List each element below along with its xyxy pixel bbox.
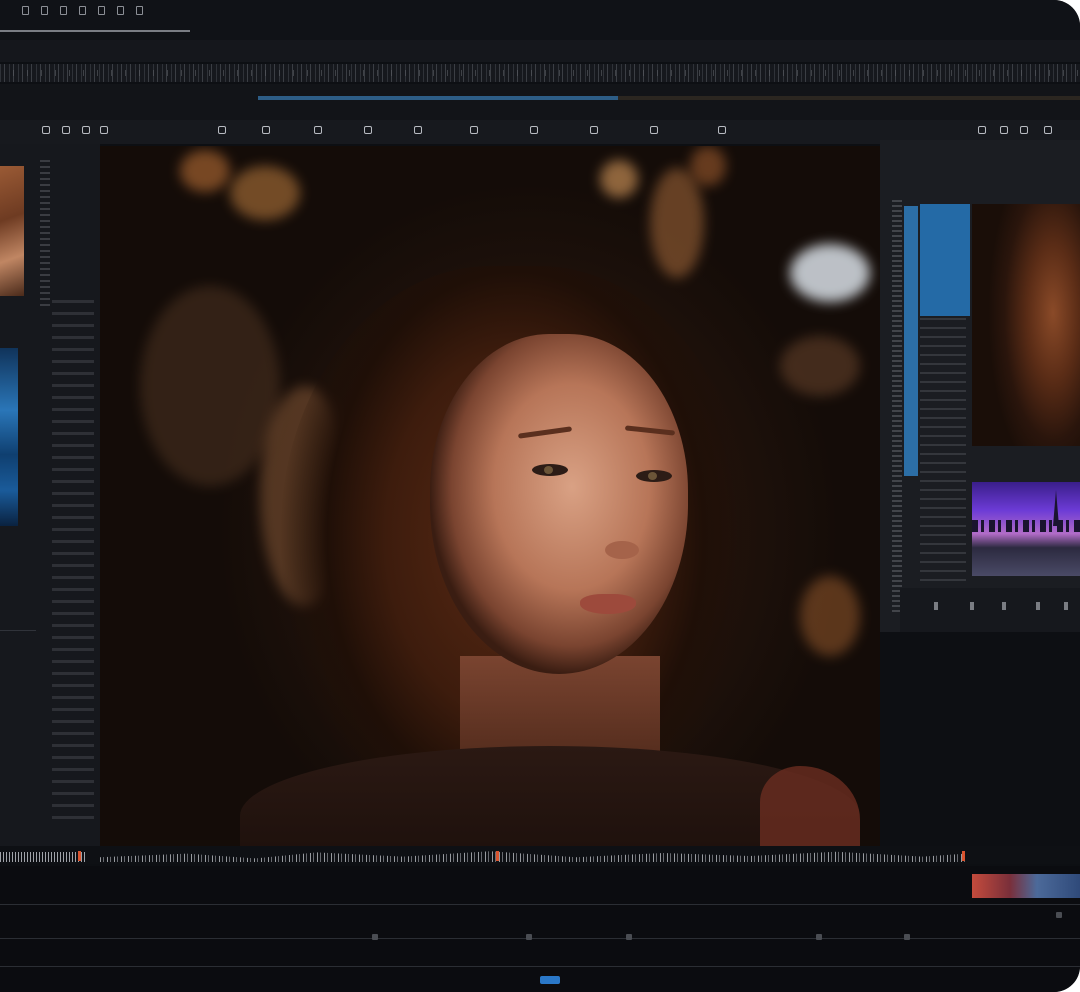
panel-divider <box>0 630 36 631</box>
timeline-keyframe[interactable] <box>816 934 822 940</box>
menu-icon[interactable] <box>22 6 29 15</box>
timeline-keyframe[interactable] <box>372 934 378 940</box>
media-thumbnail-blue[interactable] <box>0 348 18 526</box>
panel-control-icon[interactable] <box>934 602 938 610</box>
city-skyline <box>972 520 1080 532</box>
bokeh-light <box>600 160 638 198</box>
panel-control-icon[interactable] <box>1002 602 1006 610</box>
loop-icon[interactable] <box>470 126 478 134</box>
subject-face <box>430 334 688 674</box>
audio-waveform-left <box>0 852 86 862</box>
bokeh-light <box>180 150 230 192</box>
panel-control-icon[interactable] <box>970 602 974 610</box>
media-thumbnail-interior[interactable] <box>0 166 24 296</box>
hand-tool-icon[interactable] <box>62 126 70 134</box>
timeline-track-divider <box>0 904 1080 905</box>
selected-track-bar[interactable] <box>904 206 918 476</box>
play-icon[interactable] <box>218 126 226 134</box>
settings-icon[interactable] <box>117 6 124 15</box>
audio-peak-marker <box>78 851 81 861</box>
stop-icon[interactable] <box>314 126 322 134</box>
panel-tool-column[interactable] <box>52 300 94 820</box>
timeline-keyframe[interactable] <box>1056 912 1062 918</box>
timeline-track-divider <box>0 966 1080 967</box>
subject-eye-right <box>636 470 672 482</box>
subject-nose <box>605 541 639 559</box>
more-icon[interactable] <box>1044 126 1052 134</box>
time-ruler[interactable] <box>0 64 1080 82</box>
toolbar <box>0 84 1080 120</box>
file-icon[interactable] <box>41 6 48 15</box>
bokeh-light <box>800 576 860 656</box>
source-panel-controls <box>900 588 1080 632</box>
subject-shirt-edge <box>760 766 860 848</box>
audio-peak-marker <box>962 851 965 861</box>
panel-property-list <box>40 160 50 310</box>
bokeh-light <box>230 166 300 220</box>
clip-thumbnail-portrait[interactable] <box>972 204 1080 446</box>
audio-peak-marker <box>496 851 499 861</box>
menu-bar <box>0 0 1080 40</box>
timeline-keyframe[interactable] <box>626 934 632 940</box>
layers-icon[interactable] <box>79 6 86 15</box>
pause-icon[interactable] <box>262 126 270 134</box>
zoom-icon[interactable] <box>718 126 726 134</box>
window-icon[interactable] <box>136 6 143 15</box>
panel-control-icon[interactable] <box>1064 602 1068 610</box>
step-back-icon[interactable] <box>364 126 372 134</box>
sync-icon[interactable] <box>100 126 108 134</box>
timeline-progress-bar[interactable] <box>258 96 618 100</box>
source-panel-scrollbar[interactable] <box>892 200 902 615</box>
source-clip-list[interactable] <box>920 318 966 598</box>
program-monitor[interactable] <box>100 146 880 848</box>
bokeh-light <box>140 286 280 486</box>
save-icon[interactable] <box>82 126 90 134</box>
panel-icon[interactable] <box>98 6 105 15</box>
marker-icon[interactable] <box>530 126 538 134</box>
timeline-playhead-marker[interactable] <box>540 976 560 984</box>
menu-underline <box>0 30 190 32</box>
select-tool-icon[interactable] <box>42 126 50 134</box>
bokeh-light <box>780 336 860 396</box>
grid-icon[interactable] <box>60 6 67 15</box>
bokeh-light <box>790 244 870 302</box>
step-forward-icon[interactable] <box>414 126 422 134</box>
bokeh-light <box>690 146 726 186</box>
subject-mouth <box>580 594 636 614</box>
audio-icon[interactable] <box>978 126 986 134</box>
subject-eye-left <box>532 464 568 476</box>
menu-icons <box>22 6 143 15</box>
timeline-clip-thumbnail[interactable] <box>972 874 1080 898</box>
editor-window <box>0 0 1080 992</box>
timeline-remaining <box>618 96 1080 100</box>
split-icon[interactable] <box>650 126 658 134</box>
timeline-track-divider <box>0 938 1080 939</box>
export-icon[interactable] <box>1020 126 1028 134</box>
timeline-dock <box>0 866 1080 992</box>
timeline-keyframe[interactable] <box>904 934 910 940</box>
selected-clip-row[interactable] <box>920 204 970 316</box>
workspace-tabs <box>0 40 1080 62</box>
record-icon[interactable] <box>1000 126 1008 134</box>
trim-icon[interactable] <box>590 126 598 134</box>
timeline-keyframe[interactable] <box>526 934 532 940</box>
panel-control-icon[interactable] <box>1036 602 1040 610</box>
bokeh-light <box>650 168 704 278</box>
